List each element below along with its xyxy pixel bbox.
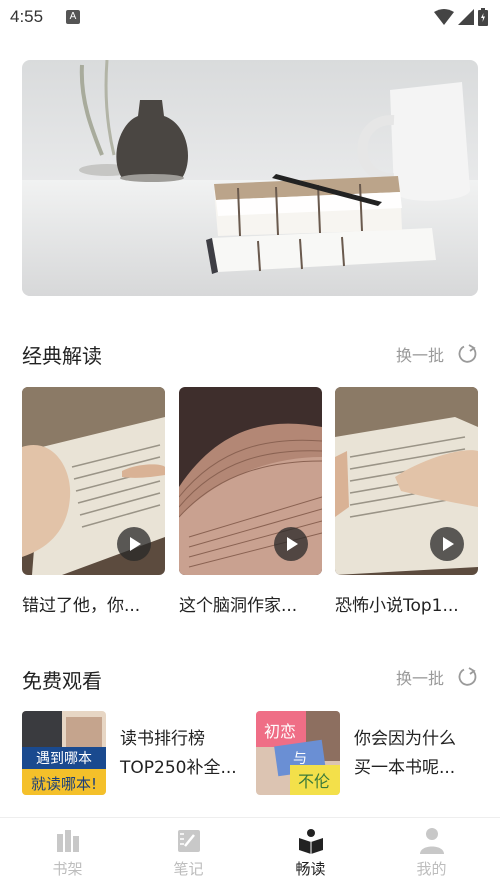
tab-profile[interactable]: 我的 xyxy=(369,818,494,888)
classic-card[interactable]: 错过了他，你... xyxy=(22,387,165,616)
tab-label: 书架 xyxy=(52,860,83,878)
card-thumbnail xyxy=(179,387,322,575)
play-icon xyxy=(274,527,308,561)
free-item[interactable]: 初恋 与 不伦 你会因为什么 买一本书呢... xyxy=(256,711,476,797)
tab-label: 我的 xyxy=(416,860,447,878)
free-thumbnail: 初恋 与 不伦 xyxy=(256,711,340,795)
free-item-text: 读书排行榜 TOP250补全... xyxy=(120,725,237,783)
free-item-text: 你会因为什么 买一本书呢... xyxy=(354,725,456,783)
tab-bookshelf[interactable]: 书架 xyxy=(5,818,130,888)
refresh-icon xyxy=(458,667,477,686)
classic-card[interactable]: 恐怖小说Top1... xyxy=(335,387,478,616)
status-bar: 4:55 A xyxy=(0,0,500,34)
classic-card[interactable]: 这个脑洞作家... xyxy=(179,387,322,616)
thumb-text: 不伦 xyxy=(298,772,330,791)
tab-label: 笔记 xyxy=(173,860,204,878)
play-icon xyxy=(117,527,151,561)
thumb-text: 遇到哪本 xyxy=(36,751,92,767)
section-title-free: 免费观看 xyxy=(22,669,102,693)
banner-image[interactable] xyxy=(22,60,478,296)
banner-illustration xyxy=(22,60,478,296)
reading-icon xyxy=(299,829,323,854)
refresh-icon xyxy=(458,344,477,363)
card-caption: 错过了他，你... xyxy=(22,596,141,616)
thumb-text: 初恋 xyxy=(264,722,296,741)
bottom-tab-bar: 书架 笔记 畅读 我的 xyxy=(0,818,500,888)
tab-reading[interactable]: 畅读 xyxy=(248,818,373,888)
card-caption: 恐怖小说Top1... xyxy=(335,596,459,616)
swap-button-free[interactable]: 换一批 xyxy=(396,665,478,689)
free-item-line2: 买一本书呢... xyxy=(354,758,456,778)
swap-button-classic[interactable]: 换一批 xyxy=(396,342,478,366)
free-item[interactable]: 遇到哪本 就读哪本! 读书排行榜 TOP250补全... xyxy=(22,711,242,797)
free-thumbnail: 遇到哪本 就读哪本! xyxy=(22,711,106,795)
tab-notes[interactable]: 笔记 xyxy=(126,818,251,888)
wifi-icon xyxy=(434,9,454,25)
status-time: 4:55 xyxy=(10,7,44,26)
play-icon xyxy=(430,527,464,561)
free-item-line1: 你会因为什么 xyxy=(354,729,456,749)
card-thumbnail xyxy=(22,387,165,575)
swap-label: 换一批 xyxy=(395,669,444,688)
thumb-text: 就读哪本! xyxy=(31,775,97,793)
status-right xyxy=(434,8,488,26)
thumb-text: 与 xyxy=(293,751,307,767)
section-title-classic: 经典解读 xyxy=(22,344,102,368)
tab-label: 畅读 xyxy=(295,860,326,878)
free-item-line1: 读书排行榜 xyxy=(120,729,205,749)
free-item-line2: TOP250补全... xyxy=(120,758,237,778)
battery-icon xyxy=(478,8,488,26)
signal-icon xyxy=(458,9,474,25)
card-caption: 这个脑洞作家... xyxy=(179,596,298,616)
swap-label: 换一批 xyxy=(395,346,444,365)
bookshelf-icon xyxy=(57,830,79,852)
card-thumbnail xyxy=(335,387,478,575)
notification-a-icon: A xyxy=(66,10,80,24)
profile-icon xyxy=(420,828,444,854)
notes-icon xyxy=(178,830,200,852)
